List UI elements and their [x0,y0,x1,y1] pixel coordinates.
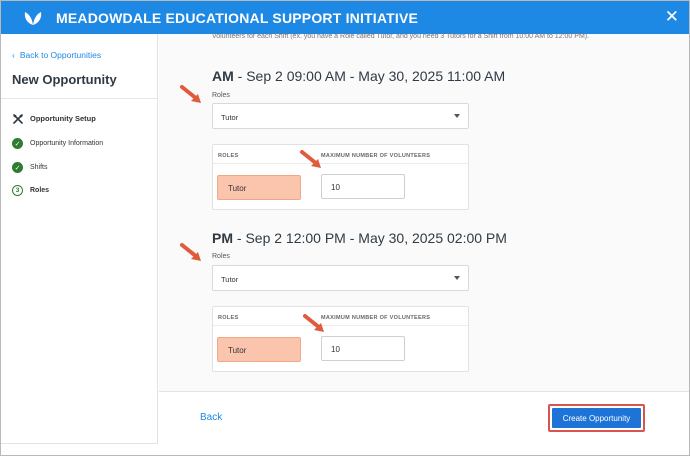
max-volunteers-input[interactable]: 10 [321,336,405,361]
back-to-opportunities-link[interactable]: ‹ Back to Opportunities [12,50,101,60]
step-opportunity-information[interactable]: ✓ Opportunity Information [12,138,103,149]
step-opportunity-setup[interactable]: Opportunity Setup [12,113,96,124]
red-arrow-icon [180,243,201,261]
header-divider [213,163,468,164]
app-window: MEADOWDALE EDUCATIONAL SUPPORT INITIATIV… [0,0,690,456]
shift-name: AM [212,68,234,84]
roles-select-pm[interactable]: Tutor [212,265,469,291]
back-link-label: Back to Opportunities [19,50,102,60]
roles-table-am: ROLES MAXIMUM NUMBER OF VOLUNTEERS Tutor… [212,144,469,210]
shift-range: - Sep 2 12:00 PM - May 30, 2025 02:00 PM [233,230,507,246]
shift-title-am: AM - Sep 2 09:00 AM - May 30, 2025 11:00… [212,68,505,84]
roles-select-am[interactable]: Tutor [212,103,469,129]
step-label: Shifts [30,164,48,171]
step-roles[interactable]: 3 Roles [12,185,49,196]
org-title: MEADOWDALE EDUCATIONAL SUPPORT INITIATIV… [56,10,419,26]
create-opportunity-button[interactable]: Create Opportunity [548,404,645,432]
page-title: New Opportunity [12,72,117,87]
shift-title-pm: PM - Sep 2 12:00 PM - May 30, 2025 02:00… [212,230,507,246]
column-header-roles: ROLES [218,153,239,159]
check-circle-icon: ✓ [12,138,23,149]
create-opportunity-label: Create Opportunity [552,408,641,428]
check-circle-icon: ✓ [12,162,23,173]
close-icon[interactable]: ✕ [665,7,679,27]
red-arrow-icon [303,314,324,332]
roles-table-pm: ROLES MAXIMUM NUMBER OF VOLUNTEERS Tutor… [212,306,469,372]
column-header-max-volunteers: MAXIMUM NUMBER OF VOLUNTEERS [321,315,431,321]
shift-range: - Sep 2 09:00 AM - May 30, 2025 11:00 AM [233,68,506,84]
main-content: Volunteers for each Shift (ex. you have … [159,33,689,391]
red-arrow-icon [180,85,201,103]
header-divider [213,325,468,326]
max-volunteers-input[interactable]: 10 [321,174,405,199]
shift-name: PM [212,230,233,246]
leaf-logo-icon [24,12,42,25]
tools-icon [12,113,23,124]
roles-label: Roles [212,92,230,99]
step-label: Opportunity Setup [30,114,96,123]
caret-down-icon [454,114,460,118]
footer-bar: Back Create Opportunity [159,391,689,444]
caret-down-icon [454,276,460,280]
column-header-max-volunteers: MAXIMUM NUMBER OF VOLUNTEERS [321,153,431,159]
roles-label: Roles [212,253,230,260]
step-shifts[interactable]: ✓ Shifts [12,162,48,173]
sidebar: ‹ Back to Opportunities New Opportunity O… [1,34,158,444]
bottom-strip [1,444,689,455]
back-button[interactable]: Back [200,412,222,423]
app-header: MEADOWDALE EDUCATIONAL SUPPORT INITIATIV… [1,1,689,34]
sidebar-divider [1,98,158,99]
selected-role: Tutor [221,275,239,284]
step-label: Roles [30,187,50,194]
intro-text: Volunteers for each Shift (ex. you have … [212,33,590,40]
chevron-left-icon: ‹ [12,50,15,60]
role-chip: Tutor [217,337,301,362]
step-label: Opportunity Information [30,140,104,147]
selected-role: Tutor [221,113,239,122]
role-chip: Tutor [217,175,301,200]
column-header-roles: ROLES [218,315,239,321]
red-arrow-icon [300,150,321,168]
step-number-badge: 3 [12,185,23,196]
